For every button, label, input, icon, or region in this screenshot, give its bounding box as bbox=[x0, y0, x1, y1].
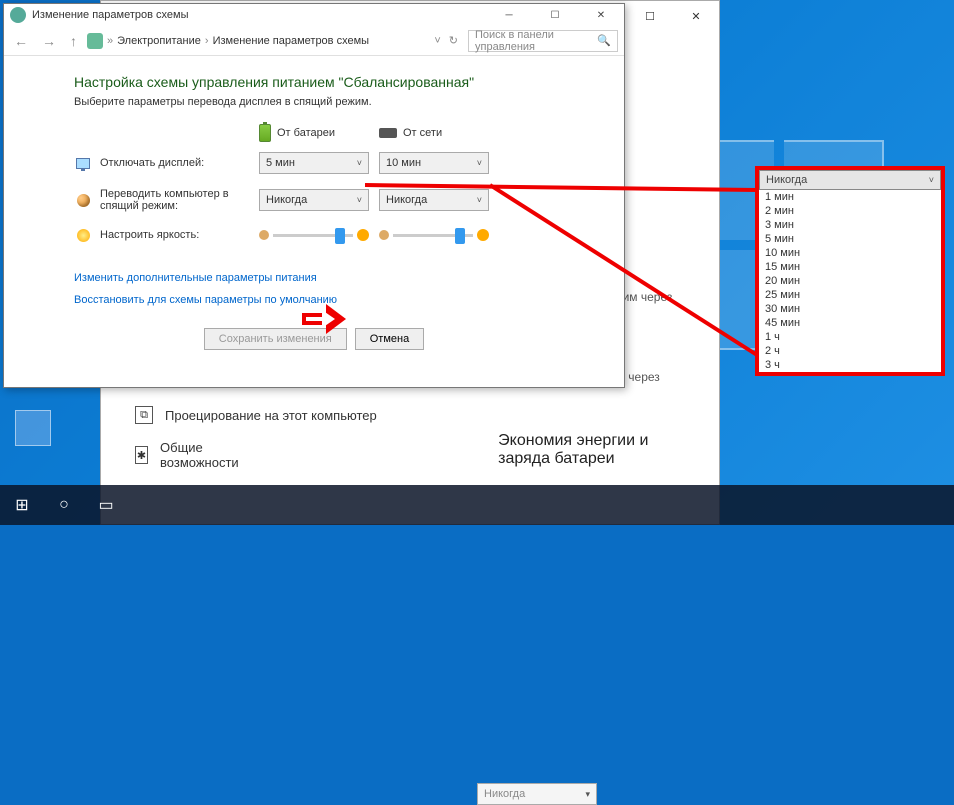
titlebar[interactable]: Изменение параметров схемы ─ ☐ ✕ bbox=[4, 4, 624, 26]
taskbar[interactable]: ⊞ ○ ▭ bbox=[0, 485, 954, 525]
projection-icon: ⧉ bbox=[135, 406, 153, 424]
monitor-icon bbox=[76, 158, 90, 169]
combo-value: 10 мин bbox=[386, 157, 421, 169]
search-button[interactable]: ○ bbox=[50, 491, 78, 519]
settings-background-panel: Никогда ▾ ⧉ Проецирование на этот компью… bbox=[115, 388, 705, 488]
nav-label: Проецирование на этот компьютер bbox=[165, 408, 377, 423]
sleep-icon bbox=[77, 194, 90, 207]
sleep-timeout-ac-combo[interactable]: Никогда ˅ bbox=[379, 189, 489, 211]
task-view-button[interactable]: ▭ bbox=[92, 491, 120, 519]
dropdown-option[interactable]: 30 мин bbox=[759, 302, 941, 316]
chevron-down-icon: ˅ bbox=[357, 158, 362, 168]
sun-bright-icon bbox=[357, 229, 369, 241]
background-combobox[interactable]: Никогда ▾ bbox=[477, 783, 597, 805]
page-subtext: Выберите параметры перевода дисплея в сп… bbox=[74, 96, 554, 108]
annotation-arrow bbox=[302, 304, 347, 334]
dropdown-header[interactable]: Никогда ˅ bbox=[759, 170, 941, 190]
up-button[interactable]: ↑ bbox=[66, 33, 81, 49]
dropdown-option[interactable]: 15 мин bbox=[759, 260, 941, 274]
row-label-display: Отключать дисплей: bbox=[100, 157, 259, 169]
maximize-button[interactable]: ☐ bbox=[532, 4, 578, 26]
start-button[interactable]: ⊞ bbox=[8, 491, 36, 519]
slider-thumb[interactable] bbox=[335, 228, 345, 244]
dropdown-option[interactable]: 25 мин bbox=[759, 288, 941, 302]
dropdown-option[interactable]: 1 ч bbox=[759, 330, 941, 344]
chevron-down-icon: ˅ bbox=[477, 158, 482, 168]
column-ac: От сети bbox=[379, 124, 499, 142]
dropdown-selected-value: Никогда bbox=[766, 174, 807, 186]
dropdown-option[interactable]: 2 мин bbox=[759, 204, 941, 218]
settings-nav-projection[interactable]: ⧉ Проецирование на этот компьютер bbox=[135, 398, 685, 432]
row-label-sleep: Переводить компьютер в спящий режим: bbox=[100, 188, 259, 212]
search-input[interactable]: Поиск в панели управления 🔍 bbox=[468, 30, 618, 52]
battery-icon bbox=[259, 124, 271, 142]
row-label-brightness: Настроить яркость: bbox=[100, 229, 259, 241]
breadcrumb-root[interactable]: Электропитание bbox=[117, 35, 201, 47]
brightness-icon bbox=[77, 229, 90, 242]
dropdown-option[interactable]: 3 ч bbox=[759, 358, 941, 372]
back-button[interactable]: ← bbox=[10, 33, 32, 49]
brightness-battery-slider[interactable] bbox=[259, 229, 369, 241]
chevron-down-icon: ˅ bbox=[357, 195, 362, 205]
section-heading: Экономия энергии и заряда батареи bbox=[498, 432, 685, 468]
chevron-down-icon: ˅ bbox=[477, 195, 482, 205]
page-heading: Настройка схемы управления питанием "Сба… bbox=[74, 74, 554, 90]
desktop-shortcut[interactable] bbox=[8, 410, 58, 448]
link-advanced-settings[interactable]: Изменить дополнительные параметры питани… bbox=[74, 272, 554, 284]
column-label: От сети bbox=[403, 127, 442, 139]
dropdown-option[interactable]: 20 мин bbox=[759, 274, 941, 288]
refresh-button[interactable]: ↻ bbox=[445, 34, 462, 47]
forward-button[interactable]: → bbox=[38, 33, 60, 49]
combo-value: 5 мин bbox=[266, 157, 295, 169]
close-button[interactable]: ✕ bbox=[578, 4, 624, 26]
dropdown-option[interactable]: 5 мин bbox=[759, 232, 941, 246]
nav-label: Общие возможности bbox=[160, 440, 246, 470]
breadcrumb-current[interactable]: Изменение параметров схемы bbox=[213, 35, 369, 47]
window-icon bbox=[10, 7, 26, 23]
maximize-button[interactable]: ☐ bbox=[627, 1, 673, 31]
dropdown-option[interactable]: 2 ч bbox=[759, 344, 941, 358]
cancel-button[interactable]: Отмена bbox=[355, 328, 424, 350]
dropdown-option[interactable]: 3 мин bbox=[759, 218, 941, 232]
settings-nav-shared[interactable]: ✱ Общие возможности Экономия энергии и з… bbox=[135, 432, 685, 478]
nav-toolbar: ← → ↑ » Электропитание › Изменение парам… bbox=[4, 26, 624, 56]
sleep-timeout-battery-combo[interactable]: Никогда ˅ bbox=[259, 189, 369, 211]
search-icon: 🔍 bbox=[597, 34, 611, 47]
display-timeout-battery-combo[interactable]: 5 мин ˅ bbox=[259, 152, 369, 174]
combo-value: Никогда bbox=[266, 194, 307, 206]
combo-value: Никогда bbox=[386, 194, 427, 206]
display-timeout-ac-combo[interactable]: 10 мин ˅ bbox=[379, 152, 489, 174]
sun-dim-icon bbox=[259, 230, 269, 240]
plug-icon bbox=[379, 128, 397, 138]
window-title: Изменение параметров схемы bbox=[32, 9, 188, 21]
brightness-ac-slider[interactable] bbox=[379, 229, 489, 241]
sun-dim-icon bbox=[379, 230, 389, 240]
dropdown-options-panel: Никогда ˅ 1 мин2 мин3 мин5 мин10 мин15 м… bbox=[755, 166, 945, 376]
shared-icon: ✱ bbox=[135, 446, 148, 464]
dropdown-option[interactable]: 10 мин bbox=[759, 246, 941, 260]
chevron-down-icon: ▾ bbox=[585, 789, 590, 800]
dropdown-option[interactable]: 45 мин bbox=[759, 316, 941, 330]
combo-value: Никогда bbox=[484, 788, 525, 800]
slider-thumb[interactable] bbox=[455, 228, 465, 244]
column-label: От батареи bbox=[277, 127, 335, 139]
search-placeholder: Поиск в панели управления bbox=[475, 29, 597, 53]
sun-bright-icon bbox=[477, 229, 489, 241]
chevron-down-icon: ˅ bbox=[929, 175, 934, 185]
dropdown-option[interactable]: 1 мин bbox=[759, 190, 941, 204]
dropdown-list[interactable]: 1 мин2 мин3 мин5 мин10 мин15 мин20 мин25… bbox=[759, 190, 941, 372]
chevron-down-icon[interactable]: ˅ bbox=[434, 35, 440, 47]
column-battery: От батареи bbox=[259, 124, 379, 142]
power-icon bbox=[87, 33, 103, 49]
minimize-button[interactable]: ─ bbox=[486, 4, 532, 26]
breadcrumb[interactable]: » Электропитание › Изменение параметров … bbox=[87, 33, 462, 49]
close-button[interactable]: ✕ bbox=[673, 1, 719, 31]
